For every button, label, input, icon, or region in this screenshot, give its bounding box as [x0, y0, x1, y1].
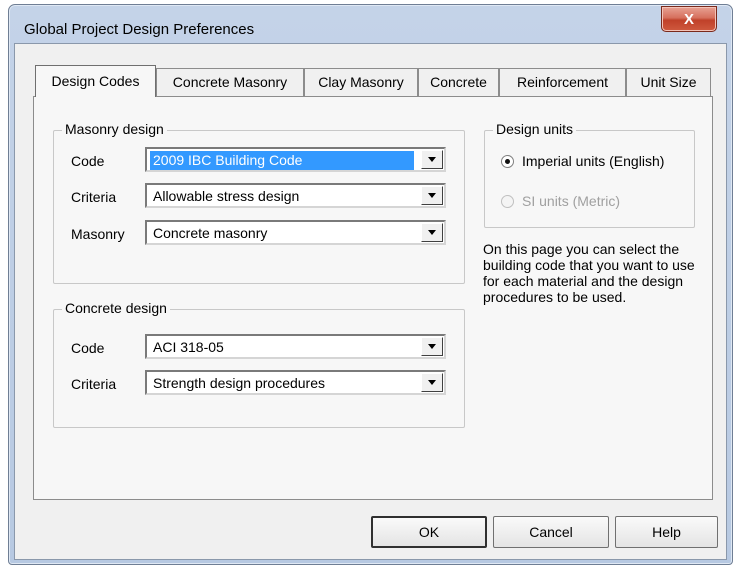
design-units-group: Design units Imperial units (English) SI… — [484, 121, 695, 228]
dropdown-arrow-button[interactable] — [421, 186, 443, 205]
chevron-down-icon — [428, 193, 436, 198]
tab-label: Concrete — [430, 74, 487, 90]
tab-concrete[interactable]: Concrete — [418, 68, 499, 96]
cancel-button[interactable]: Cancel — [493, 516, 609, 548]
si-units-radio: SI units (Metric) — [501, 193, 620, 209]
ok-button-label: OK — [418, 524, 440, 540]
dropdown-arrow-button[interactable] — [421, 150, 443, 169]
concrete-code-select[interactable]: ACI 318-05 — [145, 334, 446, 359]
tab-reinforcement[interactable]: Reinforcement — [499, 68, 626, 96]
close-button[interactable]: X — [661, 6, 717, 32]
combo-value: ACI 318-05 — [153, 339, 224, 355]
chevron-down-icon — [428, 157, 436, 162]
concrete-criteria-select[interactable]: Strength design procedures — [145, 370, 446, 395]
masonry-code-label: Code — [71, 153, 105, 169]
chevron-down-icon — [428, 380, 436, 385]
concrete-design-group: Concrete design Code ACI 318-05 Criteria… — [53, 300, 465, 428]
dropdown-arrow-button[interactable] — [421, 337, 443, 356]
masonry-type-select[interactable]: Concrete masonry — [145, 220, 446, 245]
radio-checked-icon[interactable] — [501, 154, 514, 168]
close-icon: X — [683, 10, 694, 28]
masonry-code-select[interactable]: 2009 IBC Building Code — [145, 147, 446, 172]
tab-clay-masonry[interactable]: Clay Masonry — [304, 68, 418, 96]
dropdown-arrow-button[interactable] — [421, 373, 443, 392]
dialog-window: Global Project Design Preferences X Desi… — [8, 4, 733, 565]
masonry-criteria-select[interactable]: Allowable stress design — [145, 183, 446, 208]
tab-label: Clay Masonry — [318, 74, 404, 90]
tab-label: Concrete Masonry — [172, 74, 288, 90]
combo-value: Strength design procedures — [153, 375, 325, 391]
imperial-units-radio[interactable]: Imperial units (English) — [501, 153, 664, 169]
tab-concrete-masonry[interactable]: Concrete Masonry — [156, 68, 304, 96]
cancel-button-label: Cancel — [529, 524, 573, 540]
chevron-down-icon — [428, 230, 436, 235]
tab-label: Unit Size — [640, 74, 697, 90]
concrete-code-label: Code — [71, 340, 105, 356]
window-title: Global Project Design Preferences — [24, 21, 255, 38]
group-legend: Masonry design — [62, 121, 167, 137]
tab-label: Design Codes — [51, 73, 140, 89]
help-button[interactable]: Help — [615, 516, 718, 548]
imperial-units-label: Imperial units (English) — [522, 153, 665, 169]
tab-label: Reinforcement — [516, 74, 609, 90]
tab-unit-size[interactable]: Unit Size — [626, 68, 711, 96]
radio-unchecked-icon — [501, 194, 514, 208]
group-legend: Design units — [493, 121, 577, 137]
combo-value: 2009 IBC Building Code — [150, 151, 414, 170]
dropdown-arrow-button[interactable] — [421, 223, 443, 242]
help-description-text: On this page you can select the building… — [483, 241, 695, 305]
masonry-criteria-label: Criteria — [71, 189, 117, 205]
si-units-label: SI units (Metric) — [522, 193, 621, 209]
combo-value: Allowable stress design — [153, 188, 300, 204]
dialog-client-area: Design Codes Concrete Masonry Clay Mason… — [14, 43, 727, 560]
masonry-design-group: Masonry design Code 2009 IBC Building Co… — [53, 121, 465, 284]
help-button-label: Help — [652, 524, 681, 540]
tab-design-codes[interactable]: Design Codes — [35, 65, 156, 97]
combo-value: Concrete masonry — [153, 225, 268, 241]
masonry-type-label: Masonry — [71, 226, 125, 242]
chevron-down-icon — [428, 344, 436, 349]
ok-button[interactable]: OK — [371, 516, 487, 548]
group-legend: Concrete design — [62, 300, 170, 316]
concrete-criteria-label: Criteria — [71, 376, 117, 392]
